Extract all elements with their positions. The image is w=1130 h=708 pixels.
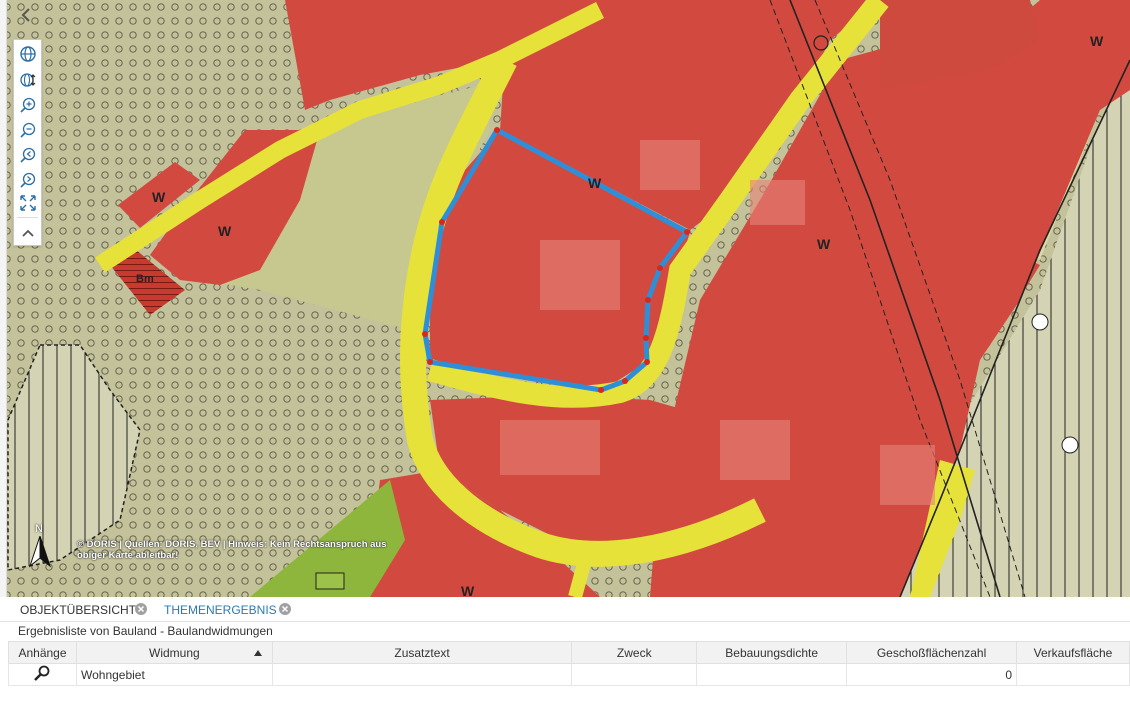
full-extent-icon	[19, 195, 36, 211]
globe-navigate-button[interactable]	[14, 68, 41, 92]
collapse-panel-button[interactable]	[12, 2, 40, 28]
sort-ascending-icon	[253, 650, 262, 656]
globe-button[interactable]	[14, 42, 41, 66]
map-symbol-circle	[1061, 436, 1079, 454]
map-view[interactable]: W W W W W W Bm N © DORIS | Quellen: DORI…	[0, 0, 1130, 597]
zoom-next-button[interactable]	[14, 168, 41, 192]
close-icon	[281, 605, 289, 613]
result-panel: OBJEKTÜBERSICHT THEMENERGEBNIS Ergebnisl…	[0, 597, 1130, 708]
cell-geschossflaechenzahl: 0	[846, 663, 1017, 686]
column-header-widmung[interactable]: Widmung	[75, 641, 273, 664]
north-arrow-icon	[28, 536, 52, 568]
collapse-toolbar-button[interactable]	[14, 221, 41, 245]
map-attribution: © DORIS | Quellen: DORIS, BEV | Hinweis:…	[77, 539, 387, 561]
column-header-zusatztext[interactable]: Zusatztext	[271, 641, 573, 664]
tab-themenergebnis[interactable]: THEMENERGEBNIS	[164, 603, 277, 617]
zoom-in-icon	[19, 97, 35, 113]
zoom-next-icon	[19, 172, 35, 188]
road-south	[568, 558, 592, 597]
column-header-verkaufsflaeche[interactable]: Verkaufsfläche	[1016, 641, 1130, 664]
cell-zusatztext	[271, 663, 573, 686]
zoning-label: W	[218, 223, 232, 239]
zoom-previous-button[interactable]	[14, 143, 41, 167]
column-header-bebauungsdichte[interactable]: Bebauungsdichte	[696, 641, 848, 664]
column-header-label: Widmung	[149, 645, 200, 660]
zoom-previous-icon	[19, 147, 35, 163]
table-header-row: Anhänge Widmung Zusatztext Zweck Bebauun…	[8, 641, 1130, 664]
building	[750, 180, 805, 225]
cell-zweck	[571, 663, 698, 686]
full-extent-button[interactable]	[14, 191, 41, 215]
column-header-anhaenge[interactable]: Anhänge	[8, 641, 77, 664]
zoning-label: W	[588, 175, 602, 191]
left-panel-strip	[0, 0, 7, 597]
zoom-out-icon	[19, 122, 35, 138]
zoning-label: W	[1090, 33, 1104, 49]
result-subtitle: Ergebnisliste von Bauland - Baulandwidmu…	[18, 624, 273, 638]
map-symbol-circle	[1031, 313, 1049, 331]
north-label: N	[35, 523, 43, 535]
globe-icon	[19, 46, 36, 62]
cell-widmung: Wohngebiet	[75, 663, 273, 686]
zoning-label: W	[817, 236, 831, 252]
tab-objektuebersicht[interactable]: OBJEKTÜBERSICHT	[20, 603, 136, 617]
close-tab-themenergebnis[interactable]	[279, 603, 291, 615]
map-toolbar	[13, 39, 42, 246]
cell-anhaenge[interactable]	[8, 663, 77, 686]
building	[540, 240, 620, 310]
chevron-up-icon	[21, 229, 34, 237]
close-tab-objektuebersicht[interactable]	[135, 603, 147, 615]
zoom-out-button[interactable]	[14, 118, 41, 142]
cell-bebauungsdichte	[696, 663, 848, 686]
zoning-label: W	[461, 583, 475, 597]
table-row[interactable]: Wohngebiet 0	[8, 663, 1130, 686]
column-header-zweck[interactable]: Zweck	[571, 641, 698, 664]
cell-verkaufsflaeche	[1016, 663, 1130, 686]
building	[720, 420, 790, 480]
zoning-label-bm: Bm	[136, 273, 154, 285]
building	[880, 445, 935, 505]
zoom-in-button[interactable]	[14, 93, 41, 117]
building	[500, 420, 600, 475]
result-table: Anhänge Widmung Zusatztext Zweck Bebauun…	[8, 641, 1130, 686]
building	[640, 140, 700, 190]
globe-navigate-icon	[19, 73, 35, 87]
toolbar-divider	[17, 217, 38, 218]
close-icon	[137, 605, 145, 613]
result-tabs: OBJEKTÜBERSICHT THEMENERGEBNIS	[0, 597, 1130, 622]
map-symbol-box	[315, 572, 345, 590]
north-arrow: N	[28, 523, 52, 569]
zoning-label: W	[152, 189, 166, 205]
map-canvas[interactable]	[0, 0, 1130, 597]
chevron-left-icon	[21, 8, 30, 22]
magnifier-icon[interactable]	[33, 665, 51, 681]
column-header-geschossflaechenzahl[interactable]: Geschoßflächenzahl	[846, 641, 1017, 664]
